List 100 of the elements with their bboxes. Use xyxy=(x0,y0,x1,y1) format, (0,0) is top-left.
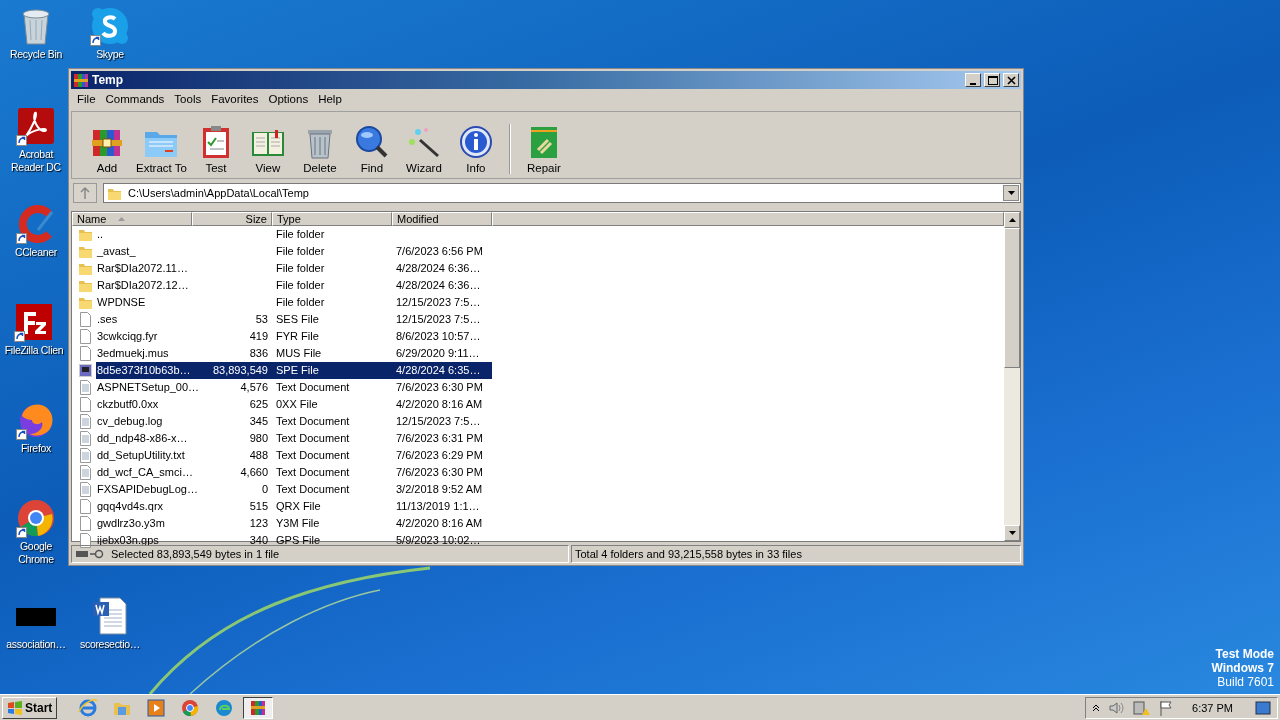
file-icon xyxy=(78,516,93,531)
c-logo-icon[interactable] xyxy=(16,204,56,244)
clock[interactable]: 6:37 PM xyxy=(1182,701,1247,714)
file-type: File folder xyxy=(275,295,326,310)
dropdown-button[interactable] xyxy=(1003,185,1019,201)
column-header[interactable]: Size xyxy=(192,212,272,226)
menu-item[interactable]: Options xyxy=(264,93,315,105)
file-size: 4,660 xyxy=(239,465,269,480)
desktop-icon-label[interactable]: scoresectio… xyxy=(80,638,140,651)
window-title: Temp xyxy=(92,73,125,87)
desktop-icon-label[interactable]: Google Chrome xyxy=(2,540,70,566)
desktop-icon-label[interactable]: Acrobat Reader DC xyxy=(2,148,70,174)
os-build-text: Windows 7 xyxy=(1211,661,1274,675)
file-icon xyxy=(78,397,93,412)
file-name[interactable]: dd_SetupUtility.txt xyxy=(96,447,186,464)
file-modified: 4/28/2024 6:36… xyxy=(395,261,482,276)
desktop-icon-label[interactable]: Skype xyxy=(96,48,124,61)
file-name[interactable]: Rar$DIa2072.11… xyxy=(96,260,189,277)
desktop-icon-label[interactable]: CCleaner xyxy=(15,246,57,259)
scroll-thumb[interactable] xyxy=(1004,228,1020,368)
word-document-icon[interactable] xyxy=(90,596,130,636)
caret-up-icon xyxy=(1008,218,1016,222)
file-name[interactable]: 3edmuekj.mus xyxy=(96,345,170,362)
search-icon xyxy=(353,124,390,160)
s-logo-icon[interactable] xyxy=(90,6,130,46)
file-name[interactable]: .ses xyxy=(96,311,119,328)
file-modified: 4/2/2020 8:16 AM xyxy=(395,397,484,412)
file-size: 419 xyxy=(248,329,269,344)
file-name[interactable]: WPDNSE xyxy=(96,294,147,311)
file-name[interactable]: ijebx03n.gps xyxy=(96,532,160,549)
show-desktop-icon[interactable] xyxy=(1255,700,1271,715)
toolbar-button[interactable]: Test xyxy=(190,124,241,174)
file-name[interactable]: ASPNETSetup_00… xyxy=(96,379,201,396)
file-name[interactable]: FXSAPIDebugLog… xyxy=(96,481,199,498)
file-name[interactable]: cv_debug.log xyxy=(96,413,164,430)
file-size: 340 xyxy=(248,533,269,548)
toolbar-button[interactable]: Wizard xyxy=(398,124,449,174)
toolbar-button[interactable]: Extract To xyxy=(134,124,189,174)
text-file-icon xyxy=(78,465,93,480)
file-name[interactable]: gwdlrz3o.y3m xyxy=(96,515,166,532)
file-modified: 7/6/2023 6:56 PM xyxy=(395,244,484,259)
toolbar-button[interactable]: Add xyxy=(82,124,132,174)
pdf-app-icon[interactable] xyxy=(16,106,56,146)
toolbar-button[interactable]: View xyxy=(242,124,293,174)
maximize-button[interactable] xyxy=(984,73,1000,87)
toolbar-button[interactable]: Delete xyxy=(294,124,345,174)
file-type: File folder xyxy=(275,278,326,293)
speaker-icon[interactable] xyxy=(1108,700,1125,715)
menu-item[interactable]: Tools xyxy=(170,93,208,105)
file-icon xyxy=(78,329,93,344)
file-icon xyxy=(78,346,93,361)
file-modified: 12/15/2023 7:5… xyxy=(395,295,482,310)
file-name[interactable]: Rar$DIa2072.12… xyxy=(96,277,190,294)
start-button[interactable]: Start xyxy=(2,696,58,719)
folder-icon xyxy=(78,227,93,242)
chrome-logo-icon[interactable] xyxy=(16,498,56,538)
menu-item[interactable]: Favorites xyxy=(207,93,265,105)
toolbar-button[interactable]: Info xyxy=(450,124,501,174)
minimize-button[interactable] xyxy=(965,73,981,87)
column-header[interactable]: Type xyxy=(272,212,392,226)
os-build-text: Test Mode xyxy=(1215,647,1274,661)
file-name[interactable]: 8d5e373f10b63b… xyxy=(96,362,192,379)
app-file-icon xyxy=(78,363,93,378)
close-button[interactable] xyxy=(1003,73,1019,87)
toolbar-button[interactable]: Find xyxy=(346,124,397,174)
desktop-icon-label[interactable]: Recycle Bin xyxy=(9,48,63,61)
desktop-icon-label[interactable]: association… xyxy=(6,638,66,651)
file-type: Text Document xyxy=(275,414,351,429)
chevron-up-icon[interactable] xyxy=(1092,703,1101,712)
address-field[interactable]: C:\Users\admin\AppData\Local\Temp xyxy=(103,183,1021,203)
file-size: 625 xyxy=(248,397,269,412)
column-header[interactable]: Name xyxy=(72,212,192,226)
file-name[interactable]: 3cwkciqg.fyr xyxy=(96,328,159,345)
menu-item[interactable]: Commands xyxy=(101,93,171,105)
file-name[interactable]: dd_ndp48-x86-x… xyxy=(96,430,189,447)
toolbar-button[interactable]: Repair xyxy=(518,124,569,174)
file-name[interactable]: ckzbutf0.0xx xyxy=(96,396,160,413)
os-build-text: Build 7601 xyxy=(1217,675,1274,689)
fz-logo-icon[interactable] xyxy=(14,302,54,342)
text-file-icon xyxy=(78,431,93,446)
file-name[interactable]: .. xyxy=(96,226,105,243)
file-name[interactable]: dd_wcf_CA_smci… xyxy=(96,464,194,481)
file-modified: 7/6/2023 6:31 PM xyxy=(395,431,484,446)
desktop-icon-label[interactable]: FileZilla Clien xyxy=(4,344,64,357)
scroll-down-button[interactable] xyxy=(1004,525,1020,541)
folder-icon xyxy=(78,261,93,276)
file-size: 83,893,549 xyxy=(192,362,272,379)
file-name[interactable]: _avast_ xyxy=(96,243,137,260)
flag-icon[interactable] xyxy=(1158,699,1175,716)
file-type: Text Document xyxy=(275,380,351,395)
file-type: Text Document xyxy=(275,431,351,446)
column-header[interactable]: Modified xyxy=(392,212,492,226)
desktop-icon-label[interactable]: Firefox xyxy=(21,442,51,455)
file-name[interactable]: gqq4vd4s.qrx xyxy=(96,498,165,515)
taskbar-app-button[interactable] xyxy=(243,696,274,719)
menu-item[interactable]: File xyxy=(73,93,102,105)
scroll-up-button[interactable] xyxy=(1004,212,1020,228)
file-type: GPS File xyxy=(275,533,321,548)
menu-item[interactable]: Help xyxy=(314,93,348,105)
file-type: File folder xyxy=(275,261,326,276)
